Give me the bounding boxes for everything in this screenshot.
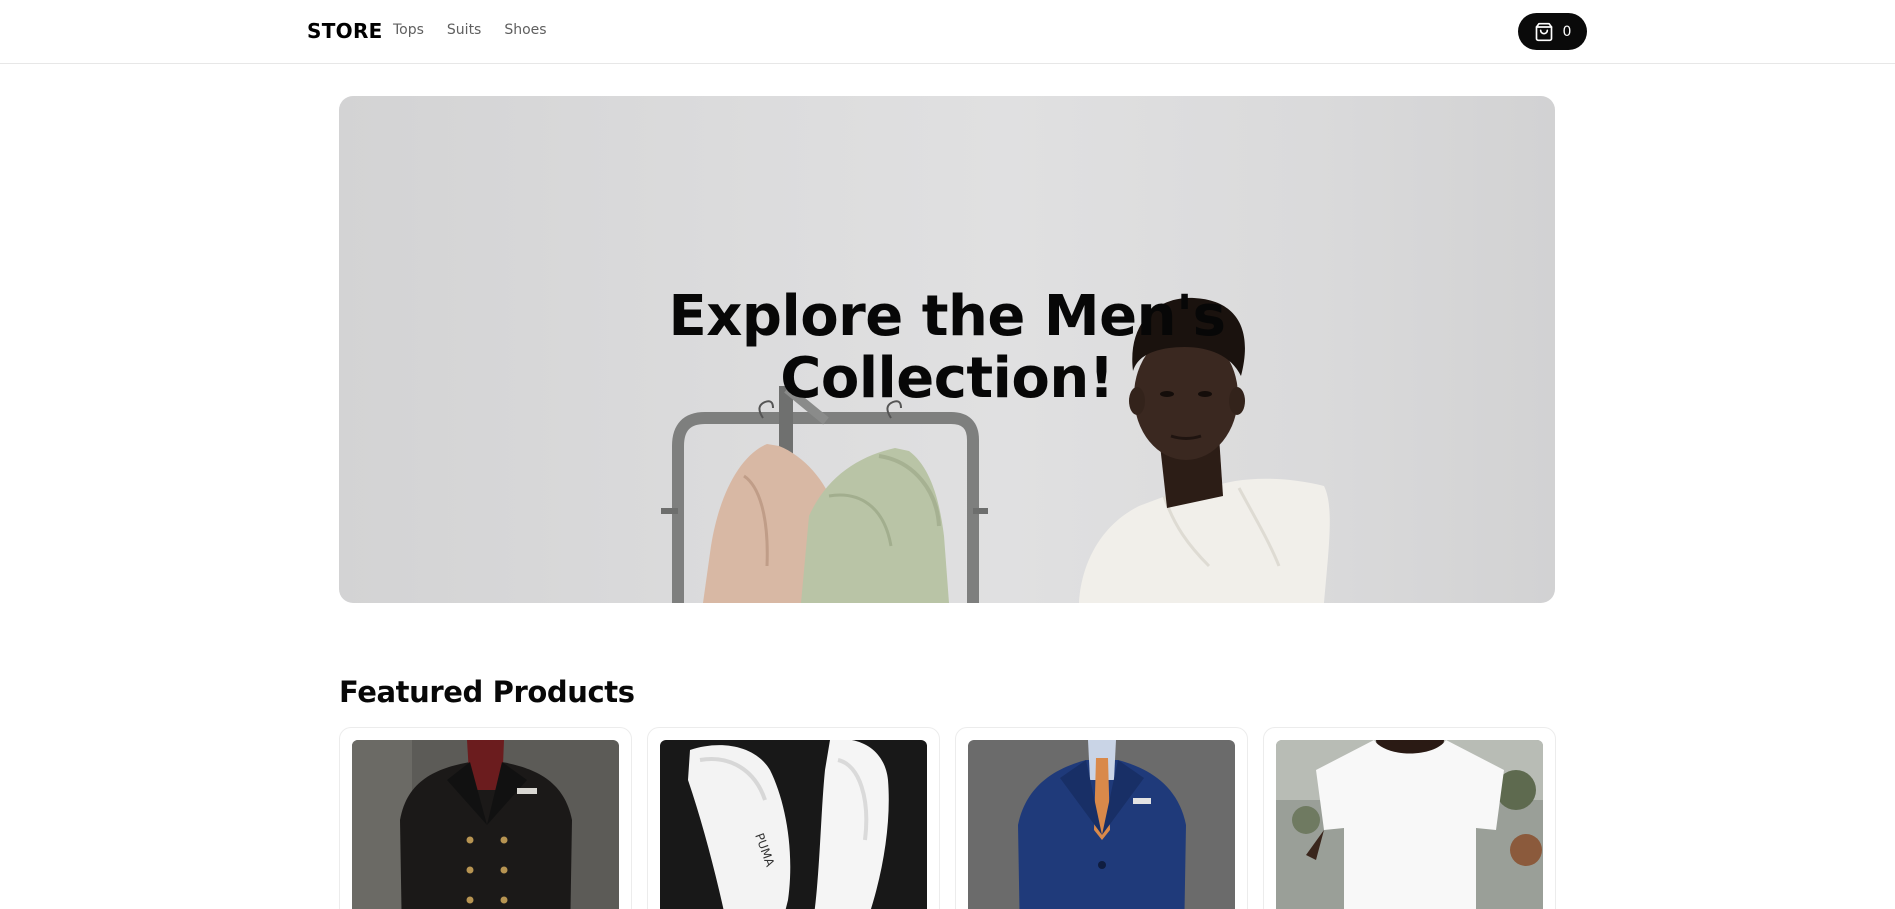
hero-banner: Explore the Men's Collection! xyxy=(339,96,1555,603)
category-nav: Tops Suits Shoes xyxy=(393,22,547,38)
nav-link-suits[interactable]: Suits xyxy=(447,22,481,38)
product-image-white-sneakers: PUMA xyxy=(660,740,927,909)
store-logo[interactable]: STORE xyxy=(307,19,383,43)
clothing-rack-illustration xyxy=(661,385,988,603)
hero-title-line-1: Explore the Men's xyxy=(668,284,1226,349)
hero-title: Explore the Men's Collection! xyxy=(339,286,1555,410)
product-grid: PUMA xyxy=(339,727,1556,909)
cart-count: 0 xyxy=(1562,23,1572,40)
shopping-bag-icon xyxy=(1534,22,1554,42)
nav-link-shoes[interactable]: Shoes xyxy=(504,22,546,38)
product-card[interactable] xyxy=(955,727,1248,909)
product-card[interactable]: PUMA xyxy=(647,727,940,909)
product-card[interactable] xyxy=(339,727,632,909)
nav-link-tops[interactable]: Tops xyxy=(393,22,424,38)
product-image-black-suit xyxy=(352,740,619,909)
product-image-white-tshirt xyxy=(1276,740,1543,909)
cart-button[interactable]: 0 xyxy=(1518,13,1587,50)
product-image-navy-suit xyxy=(968,740,1235,909)
top-navbar: STORE Tops Suits Shoes 0 xyxy=(0,0,1895,64)
hero-title-line-2: Collection! xyxy=(780,346,1114,411)
product-card[interactable] xyxy=(1263,727,1556,909)
featured-products-heading: Featured Products xyxy=(339,675,635,709)
